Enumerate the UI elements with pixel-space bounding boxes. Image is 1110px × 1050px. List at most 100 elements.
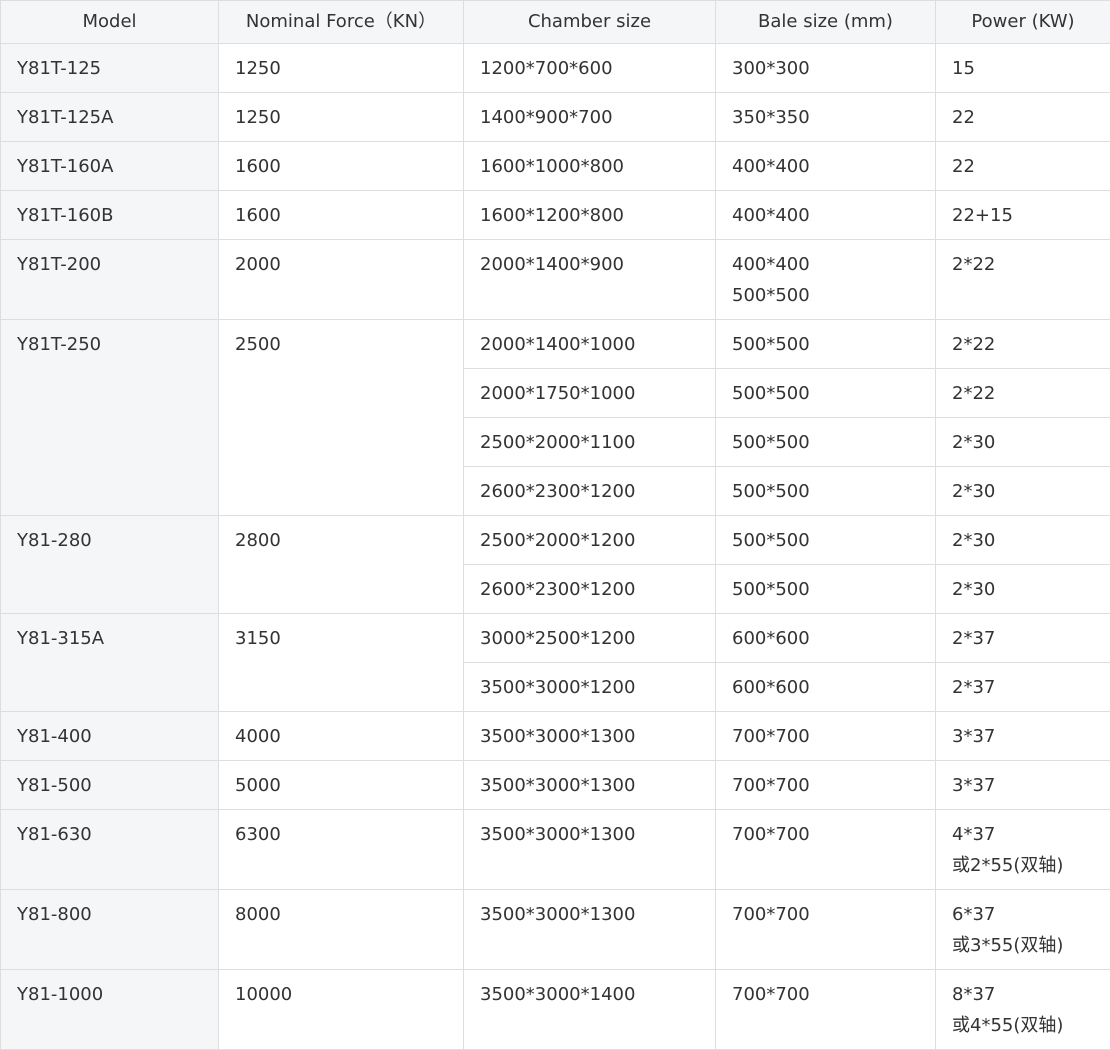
cell-chamber-size: 2600*2300*1200 bbox=[464, 467, 716, 516]
cell-bale-size: 700*700 bbox=[716, 970, 936, 1050]
table-row: Y81-28028002500*2000*1200500*5002*30 bbox=[1, 516, 1110, 565]
cell-power: 22+15 bbox=[936, 191, 1110, 240]
cell-bale-size: 500*500 bbox=[716, 467, 936, 516]
cell-chamber-size: 1200*700*600 bbox=[464, 44, 716, 93]
cell-bale-size: 300*300 bbox=[716, 44, 936, 93]
cell-nominal-force: 4000 bbox=[219, 712, 464, 761]
table-row: Y81-50050003500*3000*1300700*7003*37 bbox=[1, 761, 1110, 810]
cell-chamber-size: 2500*2000*1200 bbox=[464, 516, 716, 565]
cell-nominal-force: 6300 bbox=[219, 810, 464, 890]
cell-chamber-size: 3500*3000*1200 bbox=[464, 663, 716, 712]
bale-size-line: 500*500 bbox=[732, 378, 919, 409]
cell-chamber-size: 1400*900*700 bbox=[464, 93, 716, 142]
power-line: 或4*55(双轴) bbox=[952, 1010, 1094, 1041]
power-line: 6*37 bbox=[952, 899, 1094, 930]
cell-power: 8*37或4*55(双轴) bbox=[936, 970, 1110, 1050]
power-line: 2*37 bbox=[952, 623, 1094, 654]
cell-nominal-force: 1250 bbox=[219, 44, 464, 93]
header-nominal-force: Nominal Force（KN） bbox=[219, 1, 464, 44]
power-line: 22+15 bbox=[952, 200, 1094, 231]
cell-bale-size: 500*500 bbox=[716, 320, 936, 369]
cell-bale-size: 600*600 bbox=[716, 614, 936, 663]
bale-size-line: 350*350 bbox=[732, 102, 919, 133]
bale-size-line: 400*400 bbox=[732, 249, 919, 280]
cell-nominal-force: 8000 bbox=[219, 890, 464, 970]
cell-model: Y81-630 bbox=[1, 810, 219, 890]
cell-bale-size: 700*700 bbox=[716, 810, 936, 890]
cell-model: Y81-800 bbox=[1, 890, 219, 970]
cell-bale-size: 600*600 bbox=[716, 663, 936, 712]
cell-power: 22 bbox=[936, 93, 1110, 142]
bale-size-line: 700*700 bbox=[732, 819, 919, 850]
cell-model: Y81-1000 bbox=[1, 970, 219, 1050]
power-line: 2*30 bbox=[952, 476, 1094, 507]
table-row: Y81T-20020002000*1400*900400*400500*5002… bbox=[1, 240, 1110, 320]
cell-chamber-size: 2000*1750*1000 bbox=[464, 369, 716, 418]
cell-model: Y81T-125A bbox=[1, 93, 219, 142]
power-line: 4*37 bbox=[952, 819, 1094, 850]
cell-power: 2*30 bbox=[936, 467, 1110, 516]
power-line: 22 bbox=[952, 151, 1094, 182]
cell-model: Y81-315A bbox=[1, 614, 219, 712]
power-line: 或3*55(双轴) bbox=[952, 930, 1094, 961]
cell-nominal-force: 10000 bbox=[219, 970, 464, 1050]
cell-power: 3*37 bbox=[936, 712, 1110, 761]
cell-power: 3*37 bbox=[936, 761, 1110, 810]
table-row: Y81T-12512501200*700*600300*300 15 bbox=[1, 44, 1110, 93]
bale-size-line: 700*700 bbox=[732, 979, 919, 1010]
cell-nominal-force: 2000 bbox=[219, 240, 464, 320]
cell-nominal-force: 2800 bbox=[219, 516, 464, 614]
cell-model: Y81T-160B bbox=[1, 191, 219, 240]
header-bale-size: Bale size (mm) bbox=[716, 1, 936, 44]
table-row: Y81-63063003500*3000*1300700*7004*37或2*5… bbox=[1, 810, 1110, 890]
cell-model: Y81-500 bbox=[1, 761, 219, 810]
table-row: Y81-315A31503000*2500*1200600*6002*37 bbox=[1, 614, 1110, 663]
power-line: 2*37 bbox=[952, 672, 1094, 703]
power-line: 3*37 bbox=[952, 721, 1094, 752]
power-line: 2*22 bbox=[952, 249, 1094, 280]
cell-model: Y81T-200 bbox=[1, 240, 219, 320]
cell-bale-size: 700*700 bbox=[716, 712, 936, 761]
header-row: Model Nominal Force（KN） Chamber size Bal… bbox=[1, 1, 1110, 44]
power-line: 8*37 bbox=[952, 979, 1094, 1010]
cell-bale-size: 700*700 bbox=[716, 761, 936, 810]
power-line: 2*22 bbox=[952, 378, 1094, 409]
cell-power: 2*37 bbox=[936, 663, 1110, 712]
cell-model: Y81T-125 bbox=[1, 44, 219, 93]
table-row: Y81-80080003500*3000*1300700*7006*37或3*5… bbox=[1, 890, 1110, 970]
cell-chamber-size: 1600*1000*800 bbox=[464, 142, 716, 191]
cell-chamber-size: 3500*3000*1300 bbox=[464, 810, 716, 890]
bale-size-line: 500*500 bbox=[732, 280, 919, 311]
cell-bale-size: 500*500 bbox=[716, 418, 936, 467]
bale-size-line: 700*700 bbox=[732, 899, 919, 930]
cell-bale-size: 400*400 bbox=[716, 142, 936, 191]
cell-chamber-size: 2600*2300*1200 bbox=[464, 565, 716, 614]
table-row: Y81T-160A16001600*1000*800400*40022 bbox=[1, 142, 1110, 191]
cell-power: 2*22 bbox=[936, 240, 1110, 320]
cell-chamber-size: 3000*2500*1200 bbox=[464, 614, 716, 663]
header-chamber-size: Chamber size bbox=[464, 1, 716, 44]
power-line: 2*30 bbox=[952, 525, 1094, 556]
table-row: Y81-1000100003500*3000*1400 700*700 8*37或4… bbox=[1, 970, 1110, 1050]
power-line: 2*22 bbox=[952, 329, 1094, 360]
cell-power: 2*22 bbox=[936, 320, 1110, 369]
power-line: 3*37 bbox=[952, 770, 1094, 801]
table-body: Y81T-12512501200*700*600300*30015Y81T-12… bbox=[1, 44, 1110, 1050]
table-row: Y81T-160B16001600*1200*800400*40022+15 bbox=[1, 191, 1110, 240]
cell-bale-size: 350*350 bbox=[716, 93, 936, 142]
cell-model: Y81-280 bbox=[1, 516, 219, 614]
bale-size-line: 600*600 bbox=[732, 623, 919, 654]
bale-size-line: 500*500 bbox=[732, 476, 919, 507]
power-line: 2*30 bbox=[952, 574, 1094, 605]
power-line: 22 bbox=[952, 102, 1094, 133]
cell-power: 22 bbox=[936, 142, 1110, 191]
cell-power: 2*30 bbox=[936, 516, 1110, 565]
cell-model: Y81T-250 bbox=[1, 320, 219, 516]
cell-nominal-force: 1600 bbox=[219, 142, 464, 191]
cell-bale-size: 400*400 bbox=[716, 191, 936, 240]
bale-size-line: 700*700 bbox=[732, 721, 919, 752]
cell-chamber-size: 3500*3000*1400 bbox=[464, 970, 716, 1050]
cell-bale-size: 500*500 bbox=[716, 565, 936, 614]
bale-size-line: 500*500 bbox=[732, 574, 919, 605]
power-line: 15 bbox=[952, 53, 1094, 84]
